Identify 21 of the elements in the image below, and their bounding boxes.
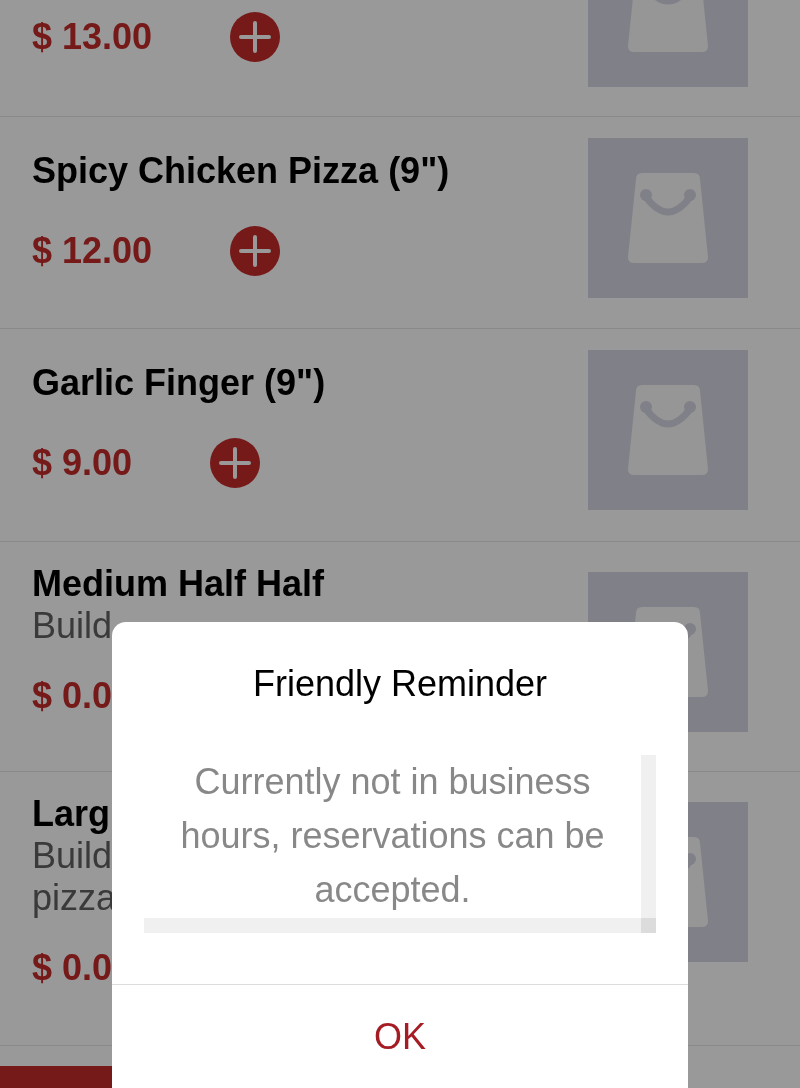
ok-button[interactable]: OK <box>112 985 688 1088</box>
item-title: Medium Half Half <box>32 563 325 605</box>
item-title: Spicy Chicken Pizza (9") <box>32 149 450 192</box>
plus-icon <box>239 235 272 267</box>
item-price: $ 9.00 <box>32 441 133 485</box>
item-title: Garlic Finger (9") <box>32 361 326 404</box>
item-price: $ 0.0 <box>32 674 113 718</box>
dialog-message: Currently not in business hours, reservations can be accepted. <box>179 760 606 912</box>
item-description: Build <box>32 605 113 647</box>
plus-icon <box>219 447 252 479</box>
item-description: Build pizza <box>32 835 117 919</box>
add-button[interactable] <box>230 226 281 276</box>
scrollbar-corner <box>641 918 656 933</box>
plus-icon <box>239 21 272 53</box>
item-price: $ 12.00 <box>32 229 153 273</box>
add-button[interactable] <box>210 438 261 488</box>
item-price: $ 13.00 <box>32 15 153 59</box>
add-button[interactable] <box>230 12 281 62</box>
item-title: Larg <box>32 793 110 835</box>
dialog-title: Friendly Reminder <box>251 662 549 706</box>
item-price: $ 0.0 <box>32 946 113 990</box>
